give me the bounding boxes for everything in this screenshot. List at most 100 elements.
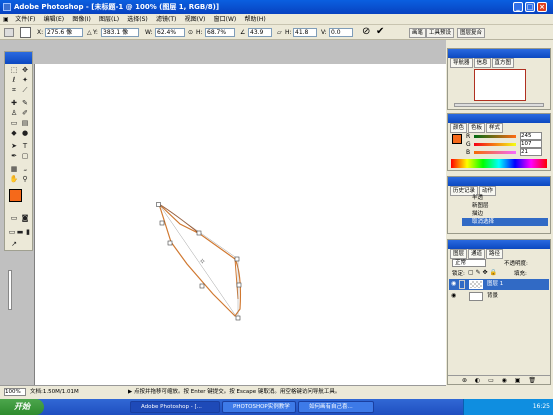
clock[interactable]: 16:25	[533, 403, 550, 410]
red-value[interactable]: 245	[520, 132, 542, 140]
green-slider[interactable]	[474, 143, 516, 146]
brush-link-icon[interactable]	[459, 280, 465, 289]
width-field[interactable]: 62.4%	[155, 28, 185, 37]
layers-panel-header[interactable]	[448, 240, 550, 249]
document-canvas[interactable]: ✧	[34, 64, 446, 394]
height-field[interactable]: 68.7%	[205, 28, 235, 37]
layer-actions-bar[interactable]: ⊛ ◐ ▭ ◉ ▣ 🗑	[448, 375, 550, 384]
navigator-zoom-slider[interactable]	[454, 103, 544, 107]
color-foreground-swatch[interactable]	[452, 134, 462, 144]
minimize-button[interactable]: _	[513, 2, 523, 12]
layer-row-selected[interactable]: ◉ 图层 1	[449, 279, 549, 290]
commit-transform-icon[interactable]: ✔	[376, 26, 384, 38]
menu-view[interactable]: 视图(V)	[182, 14, 209, 25]
tab-swatches[interactable]: 色板	[468, 123, 486, 133]
lasso-tool-icon[interactable]: ℓ	[9, 76, 19, 85]
tab-styles[interactable]: 样式	[486, 123, 504, 133]
transform-selection[interactable]: ✧	[35, 64, 447, 384]
menu-select[interactable]: 选择(S)	[124, 14, 151, 25]
notes-tool-icon[interactable]: ▦	[9, 165, 19, 174]
healing-brush-tool-icon[interactable]: ✚	[9, 99, 19, 108]
slice-tool-icon[interactable]: ⟋	[20, 86, 30, 95]
blend-mode-select[interactable]: 正常	[452, 259, 486, 267]
tab-info[interactable]: 信息	[473, 58, 491, 68]
cancel-transform-icon[interactable]: ⊘	[362, 26, 370, 38]
tab-paths[interactable]: 路径	[486, 249, 504, 259]
screen-mode-3-icon[interactable]: ▮	[23, 228, 33, 237]
history-brush-tool-icon[interactable]: ✐	[20, 109, 30, 118]
tab-color[interactable]: 颜色	[450, 123, 468, 133]
start-button[interactable]: 开始	[0, 399, 44, 415]
dodge-tool-icon[interactable]: ●	[20, 129, 30, 138]
vertical-scroll-indicator[interactable]	[8, 270, 12, 310]
blur-tool-icon[interactable]: ◆	[9, 129, 19, 138]
magic-wand-tool-icon[interactable]: ✦	[20, 76, 30, 85]
tab-navigator[interactable]: 导航器	[450, 58, 473, 68]
pen-tool-icon[interactable]: ✒	[9, 152, 19, 161]
task-draw[interactable]: 如何画有自己喜...	[298, 401, 374, 413]
marquee-tool-icon[interactable]: ⬚	[9, 66, 19, 75]
history-panel-header[interactable]	[448, 177, 550, 186]
path-selection-tool-icon[interactable]: ➤	[9, 142, 19, 151]
zoom-field[interactable]: 100%	[4, 388, 26, 396]
skew-icon: ▱	[277, 29, 282, 36]
tab-channels[interactable]: 通道	[468, 249, 486, 259]
red-slider[interactable]	[474, 135, 516, 138]
tab-layers[interactable]: 图层	[450, 249, 468, 259]
reference-point-icon[interactable]	[20, 27, 31, 38]
foreground-color-swatch[interactable]	[9, 189, 22, 202]
history-item-selected[interactable]: 取消选择	[462, 218, 548, 226]
lock-icons[interactable]: ▢ ✎ ✥ 🔒	[468, 269, 497, 276]
menu-edit[interactable]: 编辑(E)	[41, 14, 67, 25]
blue-value[interactable]: 21	[520, 148, 542, 156]
menu-filter[interactable]: 滤镜(T)	[153, 14, 179, 25]
layer-row[interactable]: ◉ 背景	[449, 291, 549, 302]
navigator-panel-header[interactable]	[448, 49, 550, 58]
gradient-tool-icon[interactable]: ▤	[20, 119, 30, 128]
vskew-field[interactable]: 0.0	[329, 28, 353, 37]
eyedropper-tool-icon[interactable]: ⟓	[20, 165, 30, 174]
fill-label: 填充:	[514, 271, 527, 277]
close-button[interactable]: ×	[537, 2, 547, 12]
y-field[interactable]: 383.1 像	[101, 28, 139, 37]
crop-tool-icon[interactable]: ⌗	[9, 86, 19, 95]
history-item[interactable]: 新图层	[462, 202, 548, 210]
menu-file[interactable]: 文件(F)	[12, 14, 38, 25]
eye-icon[interactable]: ◉	[451, 281, 457, 287]
task-photoshop[interactable]: Adobe Photoshop - [...	[130, 401, 220, 413]
tab-histogram[interactable]: 直方图	[491, 58, 515, 68]
history-item[interactable]: 半透	[462, 194, 548, 202]
color-panel-header[interactable]	[448, 114, 550, 123]
angle-field[interactable]: 43.9	[248, 28, 272, 37]
tab-layer-comps[interactable]: 图层复合	[457, 28, 486, 38]
clone-stamp-tool-icon[interactable]: ♙	[9, 109, 19, 118]
quick-mask-mode-icon[interactable]: ◙	[20, 214, 30, 223]
eraser-tool-icon[interactable]: ▭	[9, 119, 19, 128]
color-ramp[interactable]	[451, 159, 547, 168]
type-tool-icon[interactable]: T	[20, 142, 30, 151]
x-field[interactable]: 275.6 像	[45, 28, 83, 37]
navigator-preview[interactable]	[474, 69, 526, 101]
task-tutorial[interactable]: PHOTOSHOP实例教学	[222, 401, 296, 413]
toolbox-header[interactable]	[5, 52, 32, 64]
blue-slider[interactable]	[474, 151, 516, 154]
history-item[interactable]: 描边	[462, 210, 548, 218]
green-value[interactable]: 107	[520, 140, 542, 148]
menu-help[interactable]: 帮助(H)	[242, 14, 269, 25]
menu-image[interactable]: 图像(I)	[69, 14, 93, 25]
hand-tool-icon[interactable]: ✋	[9, 175, 19, 184]
jump-to-imageready-icon[interactable]: ↗	[9, 240, 19, 249]
brush-tool-icon[interactable]: ✎	[20, 99, 30, 108]
tab-brushes[interactable]: 画笔	[409, 28, 427, 38]
move-tool-icon[interactable]: ✥	[20, 66, 30, 75]
hskew-field[interactable]: 41.8	[293, 28, 317, 37]
menu-layer[interactable]: 图层(L)	[96, 14, 122, 25]
shape-tool-icon[interactable]: ▢	[20, 152, 30, 161]
tab-tool-presets[interactable]: 工具预设	[426, 28, 455, 38]
link-icon[interactable]: ⊙	[188, 28, 193, 37]
zoom-tool-icon[interactable]: ⚲	[20, 175, 30, 184]
eye-icon[interactable]: ◉	[451, 293, 457, 299]
menu-window[interactable]: 窗口(W)	[211, 14, 240, 25]
standard-mode-icon[interactable]: ▭	[9, 214, 19, 223]
maximize-button[interactable]: □	[525, 2, 535, 12]
